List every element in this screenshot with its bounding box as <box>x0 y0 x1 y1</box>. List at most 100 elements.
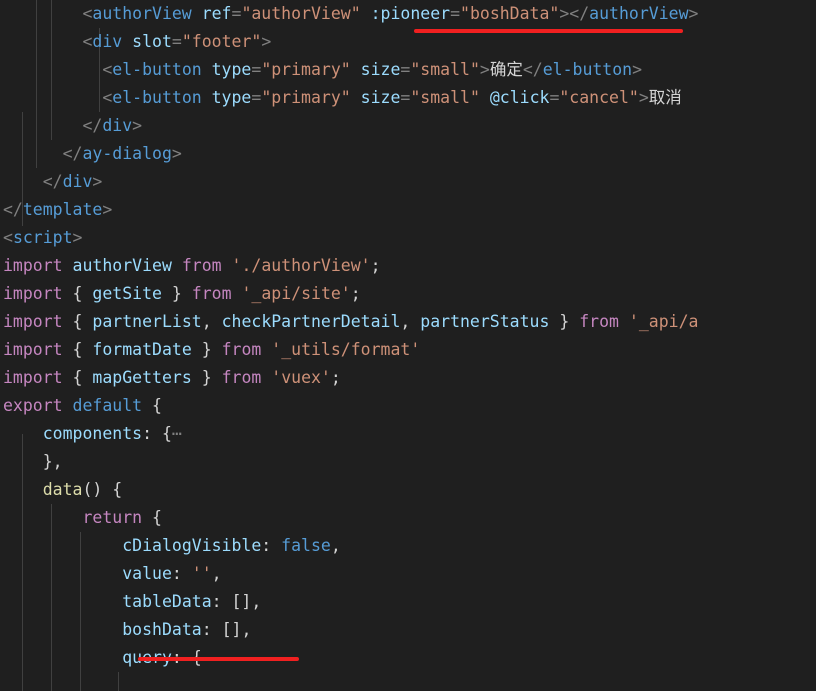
code-token: authorView <box>92 4 192 23</box>
code-line[interactable]: query: { <box>0 644 816 672</box>
code-line[interactable]: export default { <box>0 392 816 420</box>
code-token: () { <box>82 480 123 499</box>
code-token: : { <box>142 424 172 443</box>
code-token: "footer" <box>181 32 262 51</box>
code-line[interactable]: import { mapGetters } from 'vuex'; <box>0 364 816 392</box>
code-token: '_utils/format' <box>271 340 421 359</box>
code-line[interactable]: import { partnerList, checkPartnerDetail… <box>0 308 816 336</box>
code-line[interactable]: }, <box>0 448 816 476</box>
code-token: 取消 <box>648 88 682 107</box>
code-line[interactable]: </div> <box>0 168 816 196</box>
code-token: { <box>72 340 83 359</box>
code-token: > <box>132 116 143 135</box>
code-line[interactable]: components: {⋯ <box>0 420 816 448</box>
code-token: data <box>42 480 83 499</box>
code-token: authorView <box>589 4 689 23</box>
code-token: > <box>171 144 182 163</box>
code-token: el-button <box>112 60 202 79</box>
code-token: "primary" <box>261 88 351 107</box>
code-line[interactable]: <authorView ref="authorView" :pioneer="b… <box>0 0 816 28</box>
code-token: ⋯ <box>171 424 182 443</box>
code-line[interactable]: tableData: [], <box>0 588 816 616</box>
code-token: '_api/site' <box>241 284 351 303</box>
code-token: ref <box>201 4 232 23</box>
code-editor-viewport[interactable]: <authorView ref="authorView" :pioneer="b… <box>0 0 816 691</box>
code-line[interactable]: </div> <box>0 112 816 140</box>
code-line[interactable]: value: '', <box>0 560 816 588</box>
code-token: ; <box>350 284 361 303</box>
code-token: </ <box>3 200 23 219</box>
code-token: import <box>3 312 63 331</box>
code-token: > <box>632 60 643 79</box>
code-token: partnerStatus <box>420 312 550 331</box>
code-token: > <box>92 172 103 191</box>
code-token: './authorView' <box>231 256 371 275</box>
code-token: > <box>479 60 490 79</box>
code-line[interactable]: <script> <box>0 224 816 252</box>
code-line[interactable]: <div slot="footer"> <box>0 28 816 56</box>
code-line[interactable]: boshData: [], <box>0 616 816 644</box>
code-token: = <box>450 4 461 23</box>
code-token: : [], <box>201 620 252 639</box>
code-token: false <box>281 536 331 555</box>
underline-pioneer-boshdata <box>414 29 683 33</box>
code-token: @click <box>489 88 550 107</box>
code-token: value <box>122 564 172 583</box>
code-line[interactable]: </ay-dialog> <box>0 140 816 168</box>
code-token: > <box>72 228 83 247</box>
code-line[interactable]: import { formatDate } from '_utils/forma… <box>0 336 816 364</box>
code-line[interactable]: <el-button type="primary" size="small" @… <box>0 84 816 112</box>
code-line[interactable]: import { getSite } from '_api/site'; <box>0 280 816 308</box>
code-token: } <box>201 368 212 387</box>
code-token: ; <box>370 256 381 275</box>
code-token: slot <box>132 32 172 51</box>
code-line[interactable]: <el-button type="primary" size="small">确… <box>0 56 816 84</box>
code-token: script <box>12 228 73 247</box>
code-line[interactable]: import authorView from './authorView'; <box>0 252 816 280</box>
code-token: formatDate <box>92 340 192 359</box>
code-content[interactable]: <authorView ref="authorView" :pioneer="b… <box>0 0 816 672</box>
code-line[interactable]: cDialogVisible: false, <box>0 532 816 560</box>
code-line[interactable]: </template> <box>0 196 816 224</box>
code-token: "primary" <box>261 60 351 79</box>
code-token: = <box>171 32 182 51</box>
code-token: = <box>400 88 411 107</box>
code-token: size <box>360 60 401 79</box>
code-token: from <box>579 312 619 331</box>
code-token: components <box>42 424 143 443</box>
code-token: el-button <box>542 60 633 79</box>
code-token: 'vuex' <box>271 368 331 387</box>
code-token: { <box>72 284 83 303</box>
code-token: 确定 <box>489 60 523 79</box>
code-token: = <box>231 4 242 23</box>
indent-guide <box>118 672 119 691</box>
code-token: , <box>330 536 341 555</box>
code-token: </ <box>3 116 103 135</box>
code-token: : [], <box>211 592 262 611</box>
code-line[interactable]: return { <box>0 504 816 532</box>
code-line[interactable]: data() { <box>0 476 816 504</box>
